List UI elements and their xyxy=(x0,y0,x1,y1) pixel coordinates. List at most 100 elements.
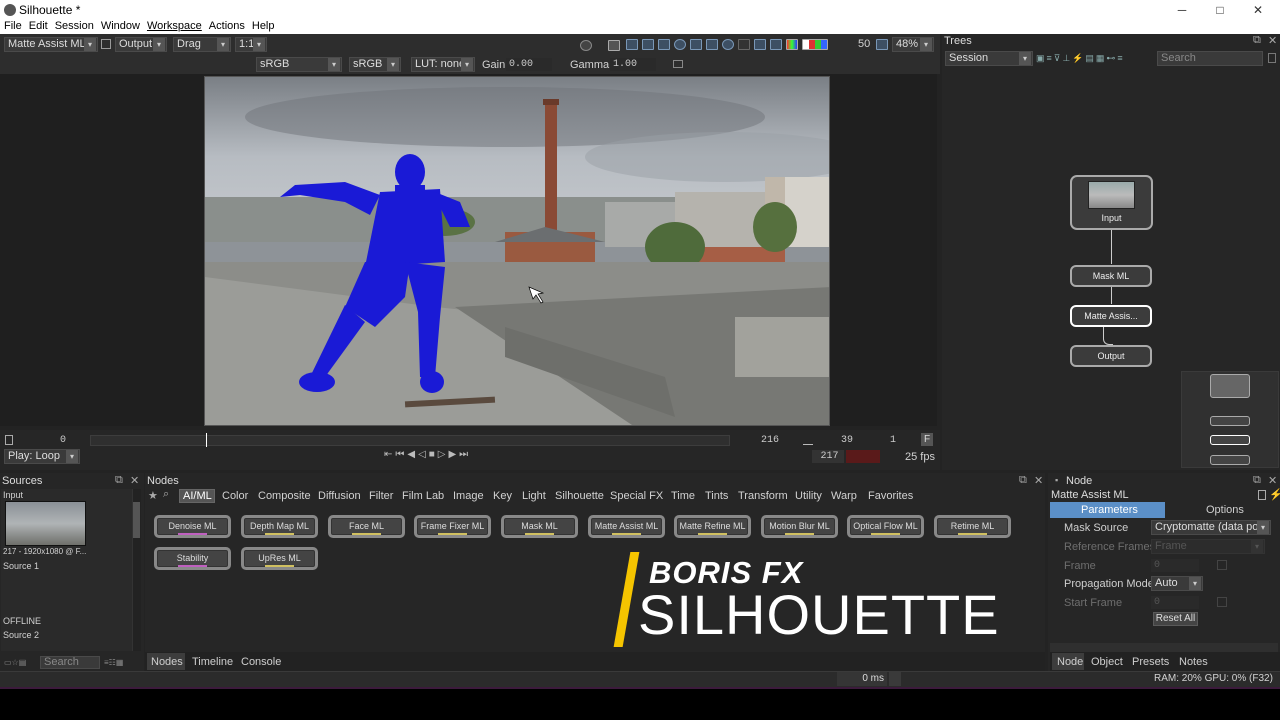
color-channels-icon[interactable] xyxy=(802,39,828,50)
node-matte-assist-ml[interactable]: Matte Assist ML xyxy=(588,515,665,538)
node-optical-flow-ml[interactable]: Optical Flow ML xyxy=(847,515,924,538)
tab-console[interactable]: Console xyxy=(241,656,281,668)
range-marker-icon[interactable] xyxy=(803,440,813,445)
tree-node-input[interactable]: Input xyxy=(1070,175,1153,230)
tree-node-mask-ml[interactable]: Mask ML xyxy=(1070,265,1152,287)
node-upres-ml[interactable]: UpRes ML xyxy=(241,547,318,570)
source-name[interactable]: Source 1 xyxy=(3,561,39,571)
reset-all-button[interactable]: Reset All xyxy=(1153,612,1198,626)
search-icon[interactable]: ⌕ xyxy=(163,488,169,501)
lut-select[interactable]: LUT: none ▾ xyxy=(411,57,475,72)
category-tints[interactable]: Tints xyxy=(705,490,728,502)
scrollbar-thumb[interactable] xyxy=(133,502,140,538)
tab-options[interactable]: Options xyxy=(1206,504,1244,516)
node-select[interactable]: Matte Assist ML ▾ xyxy=(4,37,98,52)
node-retime-ml[interactable]: Retime ML xyxy=(934,515,1011,538)
node-denoise-ml[interactable]: Denoise ML xyxy=(154,515,231,538)
category-image[interactable]: Image xyxy=(453,490,484,502)
source-name[interactable]: Source 2 xyxy=(3,630,39,640)
trees-search-input[interactable]: Search xyxy=(1157,51,1263,66)
panel-close-icon[interactable]: ✕ xyxy=(1268,474,1277,487)
tab-notes[interactable]: Notes xyxy=(1179,656,1208,668)
category-key[interactable]: Key xyxy=(493,490,512,502)
gain-field[interactable]: 0.00 xyxy=(506,58,552,71)
settings-icon[interactable] xyxy=(673,60,683,68)
frame-icon[interactable] xyxy=(642,39,654,50)
timeline-start[interactable]: 0 xyxy=(18,434,68,447)
zoom-select[interactable]: 48% ▾ xyxy=(892,37,934,52)
node-stability[interactable]: Stability xyxy=(154,547,231,570)
category-favorites[interactable]: Favorites xyxy=(868,490,913,502)
range-b[interactable]: 1 xyxy=(866,434,898,447)
keyframe-icon[interactable] xyxy=(1217,560,1227,570)
camera-icon[interactable] xyxy=(608,40,620,51)
sources-search-input[interactable]: Search xyxy=(40,656,100,669)
tree-node-output[interactable]: Output xyxy=(1070,345,1152,367)
category-aiml[interactable]: AI/ML xyxy=(183,490,212,502)
panel-float-icon[interactable]: ⧉ xyxy=(1253,474,1261,487)
category-warp[interactable]: Warp xyxy=(831,490,857,502)
sources-view-icons[interactable]: ≡☷▦ xyxy=(104,658,142,667)
node-panel-hscrollbar[interactable] xyxy=(1050,643,1278,652)
panel-float-icon[interactable]: ⧉ xyxy=(115,474,123,487)
channels-icon[interactable] xyxy=(786,39,798,50)
sources-tools-icons[interactable]: ▭☆▤ xyxy=(4,658,36,667)
start-frame-field[interactable]: 0 xyxy=(1151,596,1199,609)
source-thumbnail[interactable] xyxy=(5,501,86,546)
category-time[interactable]: Time xyxy=(671,490,695,502)
menu-actions[interactable]: Actions xyxy=(209,20,245,34)
tool-select[interactable]: Drag ▾ xyxy=(173,37,231,52)
overlay-icon[interactable] xyxy=(770,39,782,50)
scroll-icon[interactable] xyxy=(1268,53,1276,63)
category-silhouette[interactable]: Silhouette xyxy=(555,490,604,502)
grid-icon[interactable] xyxy=(101,39,111,49)
ratio-select[interactable]: 1:1 ▾ xyxy=(235,37,267,52)
node-motion-blur-ml[interactable]: Motion Blur ML xyxy=(761,515,838,538)
node-face-ml[interactable]: Face ML xyxy=(328,515,405,538)
lock-icon[interactable] xyxy=(1258,490,1266,500)
minimize-button[interactable]: ─ xyxy=(1162,0,1202,20)
menu-session[interactable]: Session xyxy=(55,20,94,34)
full-range-button[interactable]: F xyxy=(921,433,933,446)
link-icon[interactable]: ⚡ xyxy=(1269,488,1280,501)
panel-close-icon[interactable]: ✕ xyxy=(1268,34,1277,47)
panel-close-icon[interactable]: ✕ xyxy=(130,474,139,487)
category-transform[interactable]: Transform xyxy=(738,490,788,502)
playhead[interactable] xyxy=(206,433,207,447)
timeline-scrubber[interactable] xyxy=(90,435,730,446)
favorites-star-icon[interactable]: ★ xyxy=(148,489,158,502)
target-icon[interactable] xyxy=(722,39,734,50)
tree-node-matte-assist[interactable]: Matte Assis... xyxy=(1070,305,1152,327)
tree-minimap[interactable] xyxy=(1181,371,1279,468)
tab-object[interactable]: Object xyxy=(1091,656,1123,668)
source-name[interactable]: Input xyxy=(3,490,23,500)
hand-icon[interactable] xyxy=(738,39,750,50)
tab-presets[interactable]: Presets xyxy=(1132,656,1169,668)
record-icon[interactable] xyxy=(580,40,592,51)
current-frame[interactable]: 217 xyxy=(812,450,844,463)
fit-icon[interactable] xyxy=(706,39,718,50)
close-button[interactable]: ✕ xyxy=(1238,0,1278,20)
category-filter[interactable]: Filter xyxy=(369,490,393,502)
menu-edit[interactable]: Edit xyxy=(29,20,48,34)
zoom-icon[interactable] xyxy=(674,39,686,50)
panel-float-icon[interactable]: ⧉ xyxy=(1019,474,1027,487)
fit-width-icon[interactable] xyxy=(876,39,888,50)
tab-timeline[interactable]: Timeline xyxy=(192,656,233,668)
tree-tools-icons[interactable]: ▣≡⊽⊥⚡▤▦⊷≡ xyxy=(1036,53,1154,64)
node-mask-ml[interactable]: Mask ML xyxy=(501,515,578,538)
range-a[interactable]: 39 xyxy=(815,434,855,447)
lock-icon[interactable] xyxy=(5,435,13,445)
colorspace-right-select[interactable]: sRGB ▾ xyxy=(349,57,401,72)
propagation-mode-select[interactable]: Auto ▾ xyxy=(1151,576,1203,591)
reference-frames-select[interactable]: Frame ▾ xyxy=(1151,539,1265,554)
viewer-image[interactable] xyxy=(204,76,830,426)
category-composite[interactable]: Composite xyxy=(258,490,311,502)
tab-nodes[interactable]: Nodes xyxy=(151,656,183,668)
transport-controls[interactable]: ⇤⏮◀◁■▷▶⏭ xyxy=(384,449,509,462)
ruler-icon[interactable] xyxy=(658,39,670,50)
panel-close-icon[interactable]: ✕ xyxy=(1034,474,1043,487)
mask-source-select[interactable]: Cryptomatte (data port) ▾ xyxy=(1151,520,1271,535)
category-light[interactable]: Light xyxy=(522,490,546,502)
menu-window[interactable]: Window xyxy=(101,20,140,34)
